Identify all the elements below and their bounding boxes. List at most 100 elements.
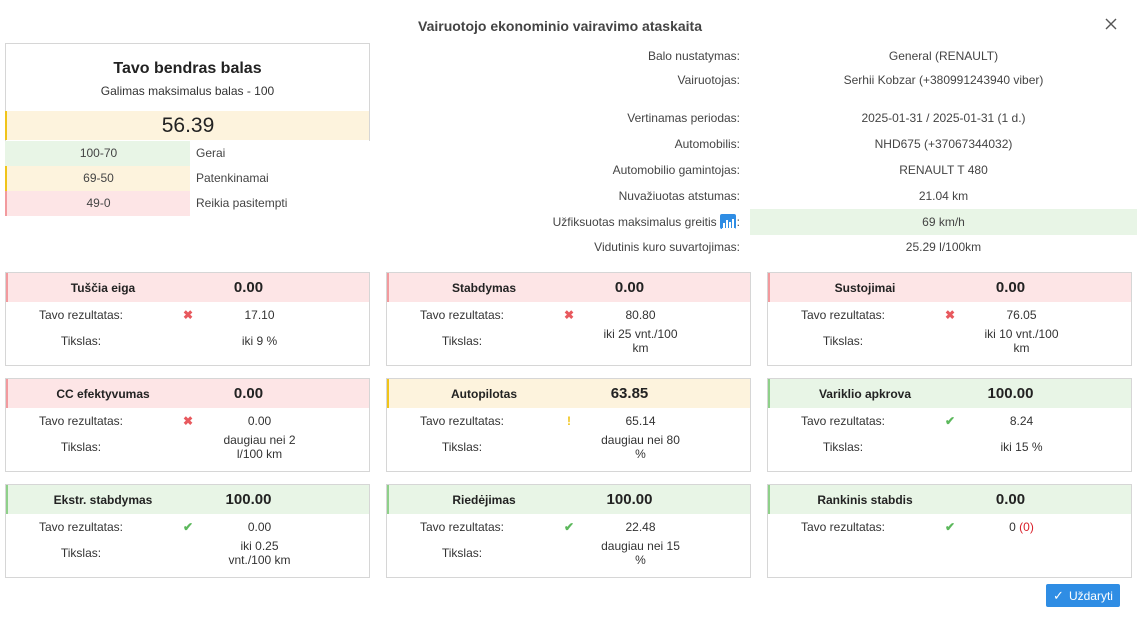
result-label: Tavo rezultatas: — [800, 308, 886, 322]
result-row: Tavo rezultatas: ✔ 8.24 — [768, 408, 1131, 434]
result-value-extra: (0) — [1019, 520, 1034, 534]
result-value: 0.00 — [247, 414, 272, 428]
target-row: Tikslas: daugiau nei 2 l/100 km — [6, 433, 369, 461]
bar-chart-icon[interactable] — [719, 214, 736, 230]
info-label: Vertinamas periodas: — [627, 111, 740, 125]
target-label: Tikslas: — [60, 440, 102, 454]
card-title: Riedėjimas — [452, 492, 516, 507]
target-label: Tikslas: — [822, 334, 864, 348]
target-row: Tikslas: daugiau nei 80 % — [387, 433, 750, 461]
target-value: iki 25 vnt./100 km — [603, 327, 678, 355]
result-label: Tavo rezultatas: — [38, 520, 124, 534]
card-header: Tuščia eiga 0.00 — [6, 273, 369, 302]
info-manufacturer: Automobilio gamintojas: RENAULT T 480 — [390, 157, 1137, 183]
card-score: 100.00 — [987, 385, 1034, 402]
info-value: NHD675 (+37067344032) — [874, 137, 1013, 151]
result-row: Tavo rezultatas: ✖ 80.80 — [387, 302, 750, 328]
info-label: Užfiksuotas maksimalus greitis: — [390, 209, 750, 235]
target-row: Tikslas: iki 10 vnt./100 km — [768, 327, 1131, 355]
card-title: Ekstr. stabdymas — [53, 492, 153, 507]
legend-satisfactory: 69-50 Patenkinamai — [5, 166, 370, 191]
result-value: 80.80 — [625, 308, 656, 322]
result-row: Tavo rezultatas: ✖ 17.10 — [6, 302, 369, 328]
target-value: iki 15 % — [1000, 440, 1043, 454]
info-driver: Vairuotojas: Serhii Kobzar (+38099124394… — [390, 67, 1137, 93]
info-label: Vairuotojas: — [677, 73, 740, 87]
legend-needs-improvement: 49-0 Reikia pasitempti — [5, 191, 370, 216]
info-value: 2025-01-31 / 2025-01-31 (1 d.) — [861, 111, 1026, 125]
result-row: Tavo rezultatas: ✔ 0 (0) — [768, 514, 1131, 540]
target-row: Tikslas: iki 15 % — [768, 434, 1131, 460]
max-speed-colon: : — [736, 215, 740, 229]
result-label: Tavo rezultatas: — [419, 520, 505, 534]
result-value-main: 0 — [1009, 520, 1016, 534]
target-label: Tikslas: — [441, 546, 483, 560]
card-header: CC efektyvumas 0.00 — [6, 379, 369, 408]
result-row: Tavo rezultatas: ! 65.14 — [387, 408, 750, 434]
card-title: Rankinis stabdis — [817, 492, 913, 507]
check-icon: ✔ — [944, 520, 956, 534]
cross-icon: ✖ — [563, 308, 575, 322]
card-title: Tuščia eiga — [70, 280, 136, 295]
info-label: Automobilis: — [674, 137, 740, 151]
result-value: 0.00 — [247, 520, 272, 534]
card-score: 0.00 — [233, 279, 264, 296]
metric-card-stops: Sustojimai 0.00 Tavo rezultatas: ✖ 76.05… — [767, 272, 1132, 366]
target-label: Tikslas: — [441, 440, 483, 454]
card-header: Variklio apkrova 100.00 — [768, 379, 1131, 408]
result-label: Tavo rezultatas: — [38, 414, 124, 428]
target-row: Tikslas: daugiau nei 15 % — [387, 539, 750, 567]
close-button[interactable]: ✓ Uždaryti — [1046, 584, 1120, 607]
info-value: 25.29 l/100km — [905, 240, 982, 254]
card-score: 0.00 — [233, 385, 264, 402]
close-icon[interactable] — [1103, 16, 1119, 32]
card-title: CC efektyvumas — [56, 386, 150, 401]
info-value: RENAULT T 480 — [899, 163, 988, 177]
warning-icon: ! — [567, 414, 571, 428]
card-header: Ekstr. stabdymas 100.00 — [6, 485, 369, 514]
result-label: Tavo rezultatas: — [38, 308, 124, 322]
card-score: 0.00 — [995, 491, 1026, 508]
result-label: Tavo rezultatas: — [800, 520, 886, 534]
metric-card-cc-efficiency: CC efektyvumas 0.00 Tavo rezultatas: ✖ 0… — [5, 378, 370, 472]
card-score: 0.00 — [614, 279, 645, 296]
target-label: Tikslas: — [60, 546, 102, 560]
info-max-speed: Užfiksuotas maksimalus greitis: 69 km/h — [390, 209, 1137, 235]
check-icon: ✓ — [1053, 587, 1064, 603]
result-value: 8.24 — [1009, 414, 1034, 428]
card-header: Sustojimai 0.00 — [768, 273, 1131, 302]
info-value: 21.04 km — [918, 189, 969, 203]
metric-card-engine-load: Variklio apkrova 100.00 Tavo rezultatas:… — [767, 378, 1132, 472]
card-score: 63.85 — [610, 385, 649, 402]
metric-card-idling: Tuščia eiga 0.00 Tavo rezultatas: ✖ 17.1… — [5, 272, 370, 366]
card-score: 100.00 — [606, 491, 653, 508]
result-value: 17.10 — [244, 308, 275, 322]
legend-range: 49-0 — [5, 191, 190, 216]
result-value: 76.05 — [1006, 308, 1037, 322]
cross-icon: ✖ — [182, 308, 194, 322]
result-label: Tavo rezultatas: — [419, 308, 505, 322]
target-value: daugiau nei 15 % — [601, 539, 680, 567]
legend-label: Gerai — [196, 146, 226, 160]
info-value: 69 km/h — [750, 209, 1137, 235]
result-row: Tavo rezultatas: ✔ 22.48 — [387, 514, 750, 540]
info-fuel: Vidutinis kuro suvartojimas: 25.29 l/100… — [390, 234, 1137, 260]
card-header: Autopilotas 63.85 — [387, 379, 750, 408]
target-row: Tikslas: iki 0.25 vnt./100 km — [6, 539, 369, 567]
card-score: 0.00 — [995, 279, 1026, 296]
check-icon: ✔ — [182, 520, 194, 534]
result-label: Tavo rezultatas: — [419, 414, 505, 428]
metric-card-braking: Stabdymas 0.00 Tavo rezultatas: ✖ 80.80 … — [386, 272, 751, 366]
result-label: Tavo rezultatas: — [800, 414, 886, 428]
result-value: 65.14 — [625, 414, 656, 428]
card-title: Stabdymas — [451, 280, 517, 295]
target-row: Tikslas: iki 25 vnt./100 km — [387, 327, 750, 355]
target-label: Tikslas: — [441, 334, 483, 348]
check-icon: ✔ — [944, 414, 956, 428]
info-label: Automobilio gamintojas: — [612, 163, 740, 177]
card-title: Sustojimai — [834, 280, 896, 295]
target-value: iki 0.25 vnt./100 km — [228, 539, 291, 567]
info-label: Nuvažiuotas atstumas: — [618, 189, 740, 203]
score-subtitle: Galimas maksimalus balas - 100 — [100, 84, 275, 98]
info-label: Balo nustatymas: — [647, 49, 740, 63]
